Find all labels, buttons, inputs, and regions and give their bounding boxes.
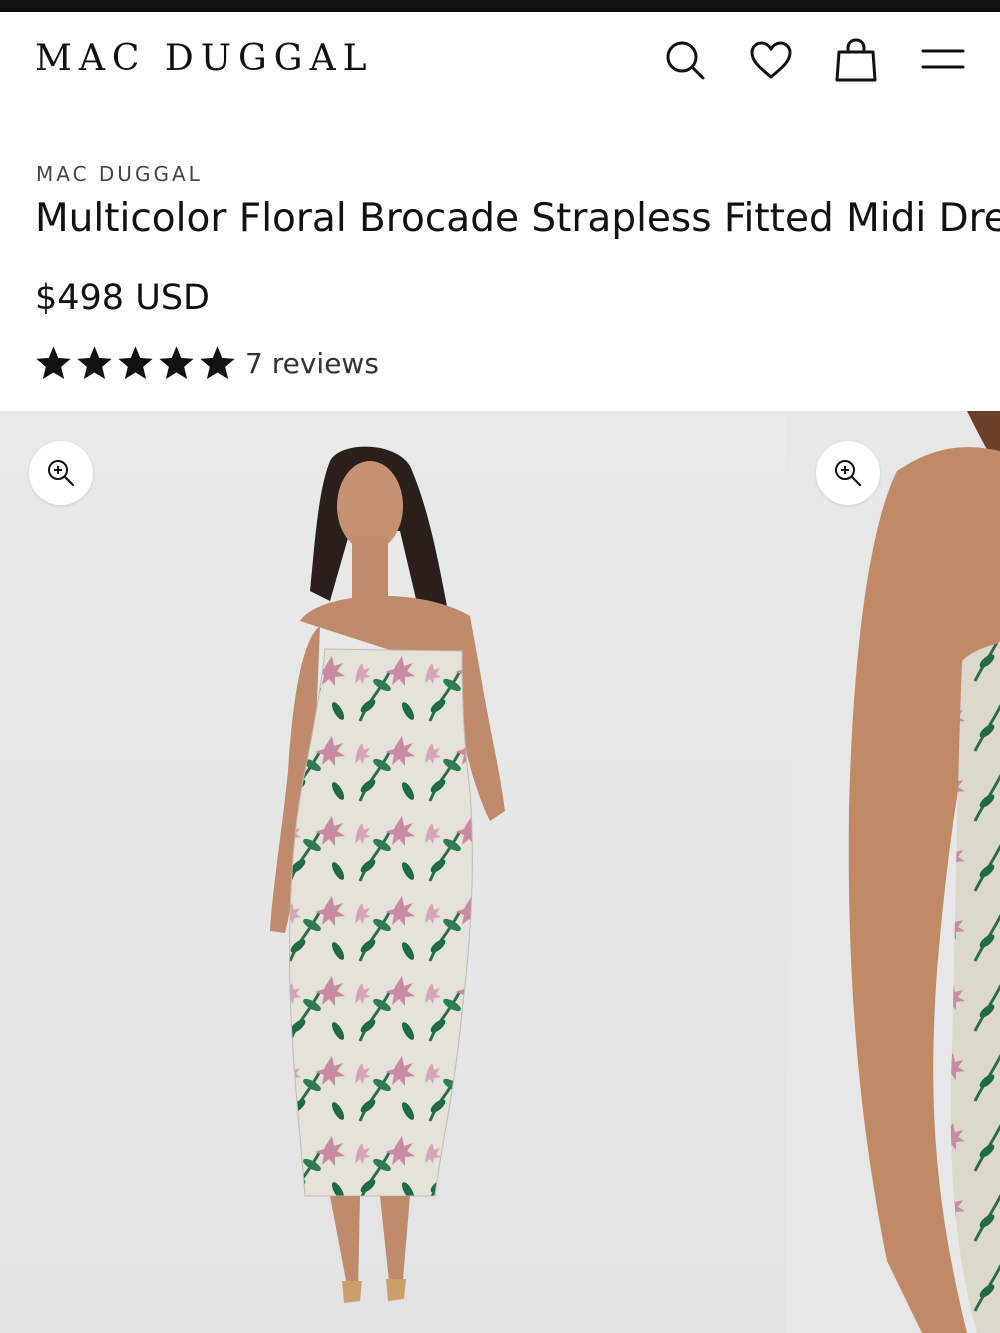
product-rating[interactable]: 7 reviews [36, 346, 379, 381]
product-title: Multicolor Floral Brocade Strapless Fitt… [35, 196, 1000, 241]
zoom-in-icon [835, 460, 862, 487]
star-icon [159, 346, 194, 380]
product-gallery[interactable] [0, 411, 1000, 1333]
star-icon [77, 346, 112, 380]
top-bar [0, 0, 1000, 12]
logo[interactable]: MAC DUGGAL [35, 38, 373, 79]
zoom-button[interactable] [816, 441, 880, 505]
wishlist-button[interactable] [747, 36, 795, 84]
search-icon [666, 41, 705, 80]
site-header: MAC DUGGAL [0, 12, 1000, 112]
zoom-button[interactable] [29, 441, 93, 505]
star-rating [36, 346, 235, 381]
product-image [270, 446, 505, 1303]
cart-button[interactable] [832, 36, 880, 84]
product-image [848, 411, 1000, 1333]
reviews-link[interactable]: 7 reviews [245, 347, 379, 380]
product-brand: MAC DUGGAL [36, 162, 203, 186]
shopping-bag-icon [835, 38, 877, 82]
gallery-slide-1[interactable] [0, 411, 786, 1333]
star-icon [118, 346, 153, 380]
menu-button[interactable] [919, 36, 967, 84]
star-icon [200, 346, 235, 380]
product-price: $498 USD [35, 278, 210, 318]
gallery-slide-2[interactable] [787, 411, 1000, 1333]
search-button[interactable] [661, 36, 709, 84]
star-icon [36, 346, 71, 380]
menu-icon [921, 49, 965, 69]
zoom-in-icon [48, 460, 75, 487]
heart-icon [750, 41, 792, 79]
